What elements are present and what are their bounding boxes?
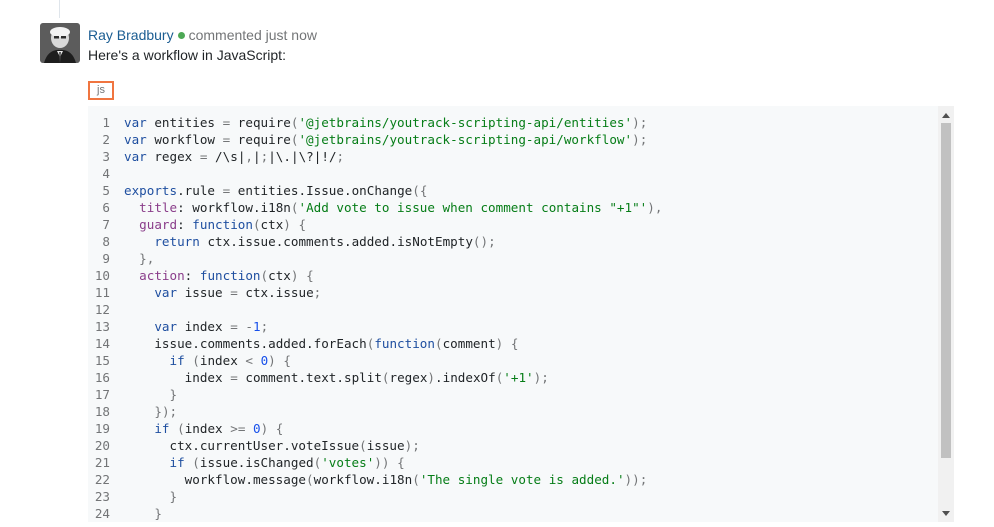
- triangle-up-icon: [942, 112, 950, 118]
- code-text: var index = -1;: [154, 319, 269, 334]
- line-number: 6: [102, 200, 110, 215]
- code-line: 8 return ctx.issue.comments.added.isNotE…: [88, 233, 936, 250]
- code-text: exports.rule = entities.Issue.onChange({: [124, 183, 428, 198]
- line-number: 1: [102, 115, 110, 130]
- line-number: 13: [94, 319, 110, 334]
- code-line: 20 ctx.currentUser.voteIssue(issue);: [88, 437, 936, 454]
- code-line: 12: [88, 301, 936, 318]
- code-line: 18 });: [88, 403, 936, 420]
- line-number: 5: [102, 183, 110, 198]
- line-number: 2: [102, 132, 110, 147]
- comment-text: Here's a workflow in JavaScript:: [88, 47, 286, 63]
- user-avatar[interactable]: [40, 23, 80, 63]
- code-line: 7 guard: function(ctx) {: [88, 216, 936, 233]
- line-number: 21: [94, 455, 110, 470]
- line-number: 11: [94, 285, 110, 300]
- code-line: 15 if (index < 0) {: [88, 352, 936, 369]
- code-text: var issue = ctx.issue;: [154, 285, 322, 300]
- line-number: 18: [94, 404, 110, 419]
- thread-connector-line: [59, 0, 60, 18]
- code-language-badge[interactable]: js: [88, 81, 114, 100]
- line-number: 8: [102, 234, 110, 249]
- code-text: workflow.message(workflow.i18n('The sing…: [184, 472, 648, 487]
- code-text: });: [154, 404, 178, 419]
- code-line: 24 }: [88, 505, 936, 522]
- code-line: 16 index = comment.text.split(regex).ind…: [88, 369, 936, 386]
- code-line: 17 }: [88, 386, 936, 403]
- code-text: if (index >= 0) {: [154, 421, 284, 436]
- code-text: if (index < 0) {: [169, 353, 291, 368]
- code-line: 9 },: [88, 250, 936, 267]
- code-text: ctx.currentUser.voteIssue(issue);: [169, 438, 420, 453]
- code-lines: 1 var entities = require('@jetbrains/yout…: [88, 114, 936, 522]
- scroll-up-button[interactable]: [938, 108, 954, 122]
- online-status-icon: [177, 31, 185, 39]
- code-text: guard: function(ctx) {: [139, 217, 307, 232]
- line-number: 14: [94, 336, 110, 351]
- code-text: var regex = /\s|,|;|\.|\?|!/;: [124, 149, 345, 164]
- code-line: 1 var entities = require('@jetbrains/yout…: [88, 114, 936, 131]
- code-text: title: workflow.i18n('Add vote to issue …: [139, 200, 663, 215]
- code-text: var entities = require('@jetbrains/youtr…: [124, 115, 648, 130]
- triangle-down-icon: [942, 510, 950, 516]
- line-number: 24: [94, 506, 110, 521]
- code-line: 14 issue.comments.added.forEach(function…: [88, 335, 936, 352]
- author-link[interactable]: Ray Bradbury: [88, 27, 174, 43]
- code-line: 6 title: workflow.i18n('Add vote to issu…: [88, 199, 936, 216]
- code-text: }: [169, 489, 178, 504]
- vertical-scrollbar[interactable]: [938, 106, 954, 522]
- line-number: 9: [102, 251, 110, 266]
- code-line: 10 action: function(ctx) {: [88, 267, 936, 284]
- code-line: 13 var index = -1;: [88, 318, 936, 335]
- code-text: issue.comments.added.forEach(function(co…: [154, 336, 519, 351]
- line-number: 3: [102, 149, 110, 164]
- code-line: 22 workflow.message(workflow.i18n('The s…: [88, 471, 936, 488]
- line-number: 17: [94, 387, 110, 402]
- code-text: },: [139, 251, 155, 266]
- code-text: action: function(ctx) {: [139, 268, 314, 283]
- comment-meta: commented just now: [188, 27, 317, 43]
- code-line: 11 var issue = ctx.issue;: [88, 284, 936, 301]
- code-block[interactable]: 1 var entities = require('@jetbrains/yout…: [88, 106, 954, 522]
- code-line: 3 var regex = /\s|,|;|\.|\?|!/;: [88, 148, 936, 165]
- code-text: if (issue.isChanged('votes')) {: [169, 455, 405, 470]
- line-number: 16: [94, 370, 110, 385]
- comment-header: Ray Bradbury commented just now: [88, 26, 317, 44]
- line-number: 10: [94, 268, 110, 283]
- line-number: 4: [102, 166, 110, 181]
- code-line: 2 var workflow = require('@jetbrains/yout…: [88, 131, 936, 148]
- code-line: 4: [88, 165, 936, 182]
- code-line: 23 }: [88, 488, 936, 505]
- code-text: }: [154, 506, 162, 521]
- code-text: index = comment.text.split(regex).indexO…: [184, 370, 549, 385]
- code-line: 19 if (index >= 0) {: [88, 420, 936, 437]
- scrollbar-thumb[interactable]: [941, 123, 951, 458]
- line-number: 22: [94, 472, 110, 487]
- line-number: 15: [94, 353, 110, 368]
- code-text: return ctx.issue.comments.added.isNotEmp…: [154, 234, 496, 249]
- line-number: 23: [94, 489, 110, 504]
- code-text: var workflow = require('@jetbrains/youtr…: [124, 132, 648, 147]
- avatar-image: [40, 23, 80, 63]
- line-number: 19: [94, 421, 110, 436]
- line-number: 20: [94, 438, 110, 453]
- code-text: }: [169, 387, 178, 402]
- code-line: 21 if (issue.isChanged('votes')) {: [88, 454, 936, 471]
- line-number: 12: [94, 302, 110, 317]
- scroll-down-button[interactable]: [938, 506, 954, 520]
- line-number: 7: [102, 217, 110, 232]
- code-line: 5 exports.rule = entities.Issue.onChange(…: [88, 182, 936, 199]
